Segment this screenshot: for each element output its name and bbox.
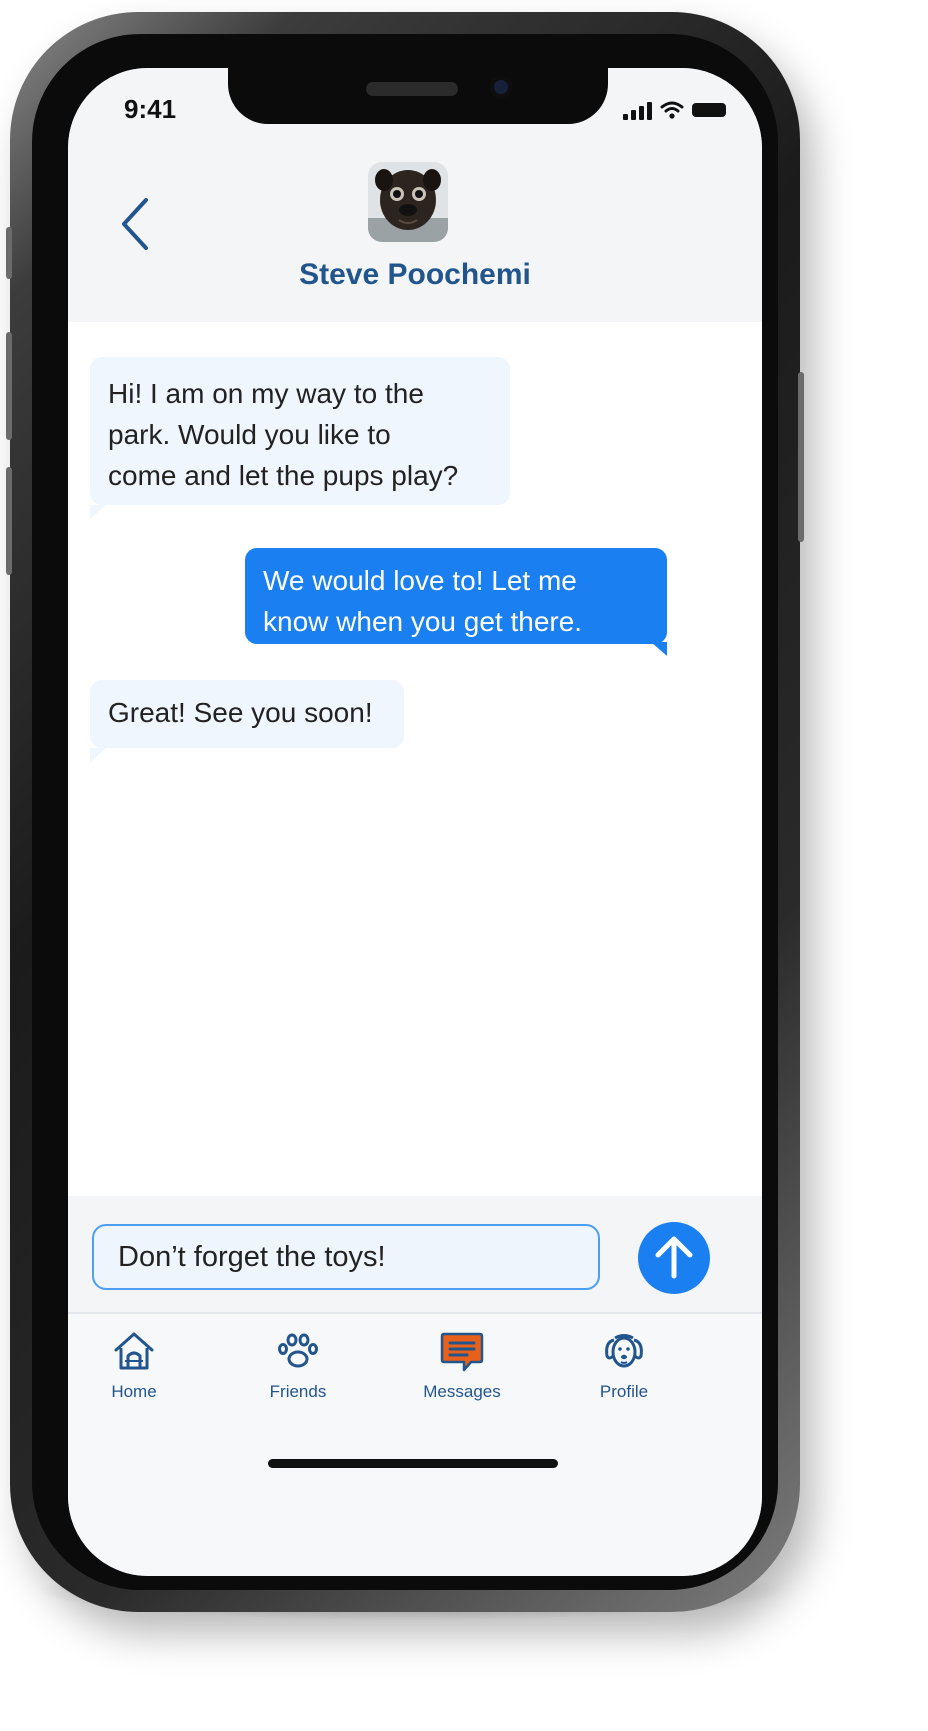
arrow-up-icon <box>655 1236 693 1279</box>
message-line: know when you get there. <box>263 606 583 637</box>
status-icons <box>623 98 726 120</box>
wifi-icon <box>660 101 684 119</box>
message-line: Hi! I am on my way to the <box>108 378 424 409</box>
message-line: come and let the pups play? <box>108 460 459 491</box>
notch <box>228 68 608 124</box>
volume-down-button <box>6 467 12 575</box>
bottom-tab-bar: Home Friends Messages Profile <box>68 1312 762 1576</box>
back-chevron-icon[interactable] <box>116 194 156 254</box>
send-button[interactable] <box>638 1222 710 1294</box>
contact-name[interactable]: Steve Poochemi <box>68 258 762 292</box>
front-camera <box>490 76 512 98</box>
tab-friends[interactable]: Friends <box>238 1328 358 1402</box>
phone-screen: 9:41 Steve Poochemi Hi! I am on my way t… <box>68 68 762 1576</box>
tab-label: Profile <box>599 1382 649 1401</box>
tab-label: Home <box>111 1382 157 1401</box>
silent-switch <box>6 227 12 279</box>
battery-icon <box>692 103 726 117</box>
tab-label: Friends <box>269 1382 327 1401</box>
status-time: 9:41 <box>124 94 177 124</box>
earpiece-speaker <box>366 82 458 96</box>
message-line: We would love to! Let me <box>263 565 577 596</box>
chat-icon <box>440 1332 484 1372</box>
message-composer <box>68 1196 762 1312</box>
message-line: Great! See you soon! <box>108 697 373 728</box>
tab-profile[interactable]: Profile <box>564 1328 684 1402</box>
tab-home[interactable]: Home <box>74 1328 194 1402</box>
volume-up-button <box>6 332 12 440</box>
outgoing-bubble-tail <box>651 642 667 656</box>
incoming-message-bubble[interactable]: Great! See you soon! <box>90 680 404 748</box>
dog-face-icon <box>605 1334 643 1368</box>
dog-avatar-image <box>368 162 448 242</box>
incoming-bubble-tail <box>90 748 106 762</box>
incoming-message-bubble[interactable]: Hi! I am on my way to the park. Would yo… <box>90 357 510 505</box>
power-button <box>798 372 804 542</box>
screenshot-stage: 9:41 Steve Poochemi Hi! I am on my way t… <box>0 0 928 1731</box>
message-input[interactable] <box>92 1224 600 1290</box>
incoming-bubble-tail <box>90 505 106 519</box>
home-indicator[interactable] <box>268 1459 558 1468</box>
paw-icon <box>278 1333 318 1368</box>
phone-frame: 9:41 Steve Poochemi Hi! I am on my way t… <box>6 12 804 1612</box>
tab-label: Messages <box>423 1382 501 1401</box>
house-icon <box>114 1332 154 1370</box>
tab-messages[interactable]: Messages <box>402 1328 522 1402</box>
cellular-signal-icon <box>623 100 652 120</box>
contact-avatar[interactable] <box>368 162 448 242</box>
outgoing-message-bubble[interactable]: We would love to! Let me know when you g… <box>245 548 667 644</box>
message-line: park. Would you like to <box>108 419 391 450</box>
